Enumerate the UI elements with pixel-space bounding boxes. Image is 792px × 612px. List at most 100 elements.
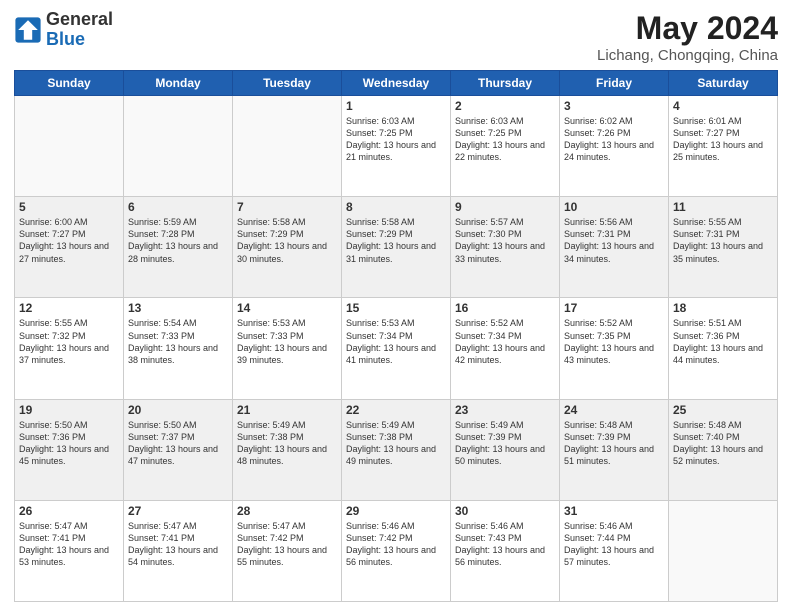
table-row: 12 Sunrise: 5:55 AM Sunset: 7:32 PM Dayli… [15, 298, 124, 399]
table-row: 30 Sunrise: 5:46 AM Sunset: 7:43 PM Dayli… [451, 500, 560, 601]
day-number: 9 [455, 200, 555, 214]
day-number: 25 [673, 403, 773, 417]
table-row: 31 Sunrise: 5:46 AM Sunset: 7:44 PM Dayli… [560, 500, 669, 601]
day-number: 22 [346, 403, 446, 417]
day-info: Sunrise: 5:57 AM Sunset: 7:30 PM Dayligh… [455, 216, 555, 265]
logo-text: General Blue [46, 10, 113, 50]
table-row [124, 96, 233, 197]
day-info: Sunrise: 5:59 AM Sunset: 7:28 PM Dayligh… [128, 216, 228, 265]
day-info: Sunrise: 5:49 AM Sunset: 7:39 PM Dayligh… [455, 419, 555, 468]
calendar-week-2: 5Sunrise: 6:00 AM Sunset: 7:27 PM Daylig… [15, 197, 778, 298]
day-number: 28 [237, 504, 337, 518]
table-row: 28 Sunrise: 5:47 AM Sunset: 7:42 PM Dayli… [233, 500, 342, 601]
day-number: 14 [237, 301, 337, 315]
table-row: 1 Sunrise: 6:03 AM Sunset: 7:25 PM Daylig… [342, 96, 451, 197]
table-row: 5Sunrise: 6:00 AM Sunset: 7:27 PM Daylig… [15, 197, 124, 298]
logo-line1: General [46, 10, 113, 30]
day-info: Sunrise: 5:55 AM Sunset: 7:32 PM Dayligh… [19, 317, 119, 366]
table-row: 7Sunrise: 5:58 AM Sunset: 7:29 PM Daylig… [233, 197, 342, 298]
day-number: 3 [564, 99, 664, 113]
table-row: 11Sunrise: 5:55 AM Sunset: 7:31 PM Dayli… [669, 197, 778, 298]
table-row [669, 500, 778, 601]
day-number: 6 [128, 200, 228, 214]
table-row: 16 Sunrise: 5:52 AM Sunset: 7:34 PM Dayli… [451, 298, 560, 399]
day-number: 19 [19, 403, 119, 417]
day-number: 29 [346, 504, 446, 518]
day-info: Sunrise: 5:46 AM Sunset: 7:44 PM Dayligh… [564, 520, 664, 569]
month-title: May 2024 [597, 10, 778, 47]
table-row: 15 Sunrise: 5:53 AM Sunset: 7:34 PM Dayli… [342, 298, 451, 399]
col-wednesday: Wednesday [342, 71, 451, 96]
day-info: Sunrise: 5:48 AM Sunset: 7:40 PM Dayligh… [673, 419, 773, 468]
calendar-week-4: 19 Sunrise: 5:50 AM Sunset: 7:36 PM Dayli… [15, 399, 778, 500]
title-area: May 2024 Lichang, Chongqing, China [597, 10, 778, 64]
table-row: 27 Sunrise: 5:47 AM Sunset: 7:41 PM Dayli… [124, 500, 233, 601]
table-row: 10Sunrise: 5:56 AM Sunset: 7:31 PM Dayli… [560, 197, 669, 298]
day-number: 30 [455, 504, 555, 518]
table-row: 24 Sunrise: 5:48 AM Sunset: 7:39 PM Dayli… [560, 399, 669, 500]
col-thursday: Thursday [451, 71, 560, 96]
table-row: 14 Sunrise: 5:53 AM Sunset: 7:33 PM Dayli… [233, 298, 342, 399]
col-monday: Monday [124, 71, 233, 96]
day-info: Sunrise: 5:49 AM Sunset: 7:38 PM Dayligh… [346, 419, 446, 468]
calendar-header-row: Sunday Monday Tuesday Wednesday Thursday… [15, 71, 778, 96]
col-tuesday: Tuesday [233, 71, 342, 96]
day-number: 20 [128, 403, 228, 417]
day-info: Sunrise: 5:52 AM Sunset: 7:34 PM Dayligh… [455, 317, 555, 366]
day-number: 5 [19, 200, 119, 214]
day-number: 18 [673, 301, 773, 315]
table-row: 8 Sunrise: 5:58 AM Sunset: 7:29 PM Daylig… [342, 197, 451, 298]
day-info: Sunrise: 5:50 AM Sunset: 7:37 PM Dayligh… [128, 419, 228, 468]
day-info: Sunrise: 5:53 AM Sunset: 7:34 PM Dayligh… [346, 317, 446, 366]
table-row: 20 Sunrise: 5:50 AM Sunset: 7:37 PM Dayli… [124, 399, 233, 500]
day-number: 12 [19, 301, 119, 315]
day-info: Sunrise: 5:47 AM Sunset: 7:42 PM Dayligh… [237, 520, 337, 569]
day-number: 10 [564, 200, 664, 214]
day-info: Sunrise: 5:54 AM Sunset: 7:33 PM Dayligh… [128, 317, 228, 366]
day-info: Sunrise: 5:49 AM Sunset: 7:38 PM Dayligh… [237, 419, 337, 468]
table-row [15, 96, 124, 197]
day-info: Sunrise: 5:47 AM Sunset: 7:41 PM Dayligh… [128, 520, 228, 569]
calendar-week-1: 1 Sunrise: 6:03 AM Sunset: 7:25 PM Daylig… [15, 96, 778, 197]
day-info: Sunrise: 5:53 AM Sunset: 7:33 PM Dayligh… [237, 317, 337, 366]
table-row [233, 96, 342, 197]
table-row: 13 Sunrise: 5:54 AM Sunset: 7:33 PM Dayli… [124, 298, 233, 399]
day-number: 31 [564, 504, 664, 518]
table-row: 21 Sunrise: 5:49 AM Sunset: 7:38 PM Dayli… [233, 399, 342, 500]
col-sunday: Sunday [15, 71, 124, 96]
day-number: 17 [564, 301, 664, 315]
day-number: 24 [564, 403, 664, 417]
calendar-week-5: 26 Sunrise: 5:47 AM Sunset: 7:41 PM Dayli… [15, 500, 778, 601]
day-info: Sunrise: 5:48 AM Sunset: 7:39 PM Dayligh… [564, 419, 664, 468]
day-number: 16 [455, 301, 555, 315]
col-saturday: Saturday [669, 71, 778, 96]
day-number: 26 [19, 504, 119, 518]
day-info: Sunrise: 6:03 AM Sunset: 7:25 PM Dayligh… [346, 115, 446, 164]
day-number: 1 [346, 99, 446, 113]
day-info: Sunrise: 6:03 AM Sunset: 7:25 PM Dayligh… [455, 115, 555, 164]
day-number: 15 [346, 301, 446, 315]
day-info: Sunrise: 6:01 AM Sunset: 7:27 PM Dayligh… [673, 115, 773, 164]
table-row: 22 Sunrise: 5:49 AM Sunset: 7:38 PM Dayli… [342, 399, 451, 500]
table-row: 23Sunrise: 5:49 AM Sunset: 7:39 PM Dayli… [451, 399, 560, 500]
table-row: 17 Sunrise: 5:52 AM Sunset: 7:35 PM Dayli… [560, 298, 669, 399]
logo-icon [14, 16, 42, 44]
day-info: Sunrise: 5:50 AM Sunset: 7:36 PM Dayligh… [19, 419, 119, 468]
day-number: 13 [128, 301, 228, 315]
day-number: 21 [237, 403, 337, 417]
logo-line2: Blue [46, 30, 113, 50]
col-friday: Friday [560, 71, 669, 96]
day-info: Sunrise: 5:51 AM Sunset: 7:36 PM Dayligh… [673, 317, 773, 366]
table-row: 25 Sunrise: 5:48 AM Sunset: 7:40 PM Dayli… [669, 399, 778, 500]
day-info: Sunrise: 5:52 AM Sunset: 7:35 PM Dayligh… [564, 317, 664, 366]
day-number: 27 [128, 504, 228, 518]
table-row: 9 Sunrise: 5:57 AM Sunset: 7:30 PM Daylig… [451, 197, 560, 298]
day-info: Sunrise: 6:02 AM Sunset: 7:26 PM Dayligh… [564, 115, 664, 164]
day-info: Sunrise: 5:58 AM Sunset: 7:29 PM Dayligh… [346, 216, 446, 265]
day-number: 7 [237, 200, 337, 214]
day-number: 4 [673, 99, 773, 113]
table-row: 19 Sunrise: 5:50 AM Sunset: 7:36 PM Dayli… [15, 399, 124, 500]
day-number: 8 [346, 200, 446, 214]
day-number: 11 [673, 200, 773, 214]
day-info: Sunrise: 5:46 AM Sunset: 7:43 PM Dayligh… [455, 520, 555, 569]
